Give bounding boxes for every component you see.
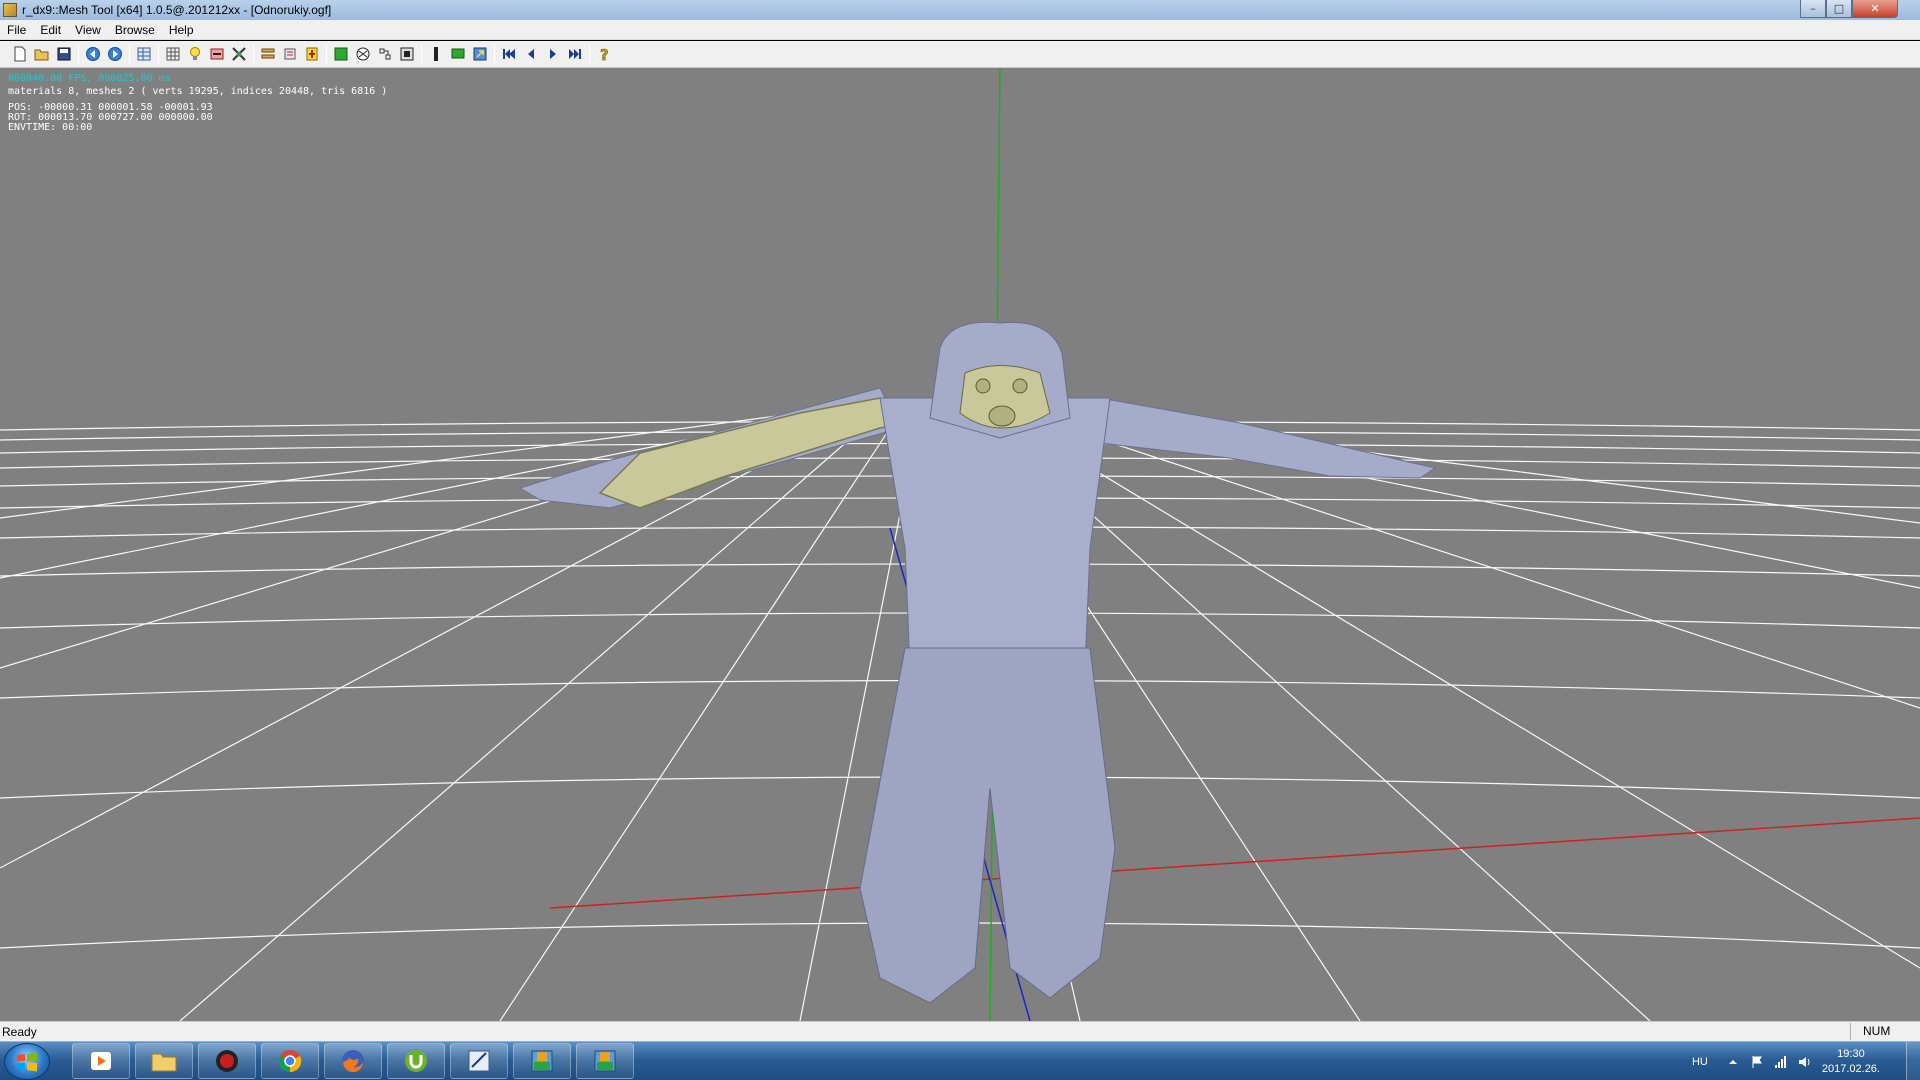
menu-help[interactable]: Help <box>162 23 201 37</box>
volume-icon[interactable] <box>1798 1055 1812 1069</box>
bar-icon[interactable] <box>425 43 447 65</box>
toolbar-separator <box>158 45 159 63</box>
fps-readout: 000040.00 FPS, 000025.00 ms <box>8 73 171 84</box>
antivirus-icon <box>216 1050 238 1072</box>
taskbar-utorrent[interactable] <box>387 1043 445 1079</box>
bones-icon[interactable] <box>206 43 228 65</box>
menu-bar: File Edit View Browse Help <box>0 20 1920 40</box>
menu-edit[interactable]: Edit <box>33 23 68 37</box>
back-icon[interactable] <box>82 43 104 65</box>
grid-icon[interactable] <box>162 43 184 65</box>
taskbar-file-explorer[interactable] <box>135 1043 193 1079</box>
clock[interactable]: 19:30 2017.02.26. <box>1822 1047 1880 1077</box>
scene-canvas[interactable] <box>0 68 1920 1021</box>
menu-file[interactable]: File <box>0 23 33 37</box>
action-center-flag-icon[interactable] <box>1750 1055 1764 1069</box>
status-bar: Ready NUM <box>0 1021 1920 1041</box>
windows-logo-icon <box>17 1052 37 1071</box>
clock-time: 19:30 <box>1837 1047 1865 1060</box>
open-icon[interactable] <box>31 43 53 65</box>
taskbar: HU 19:30 2017.02.26. <box>0 1041 1920 1080</box>
mfc-app-icon-2 <box>594 1050 616 1072</box>
play-icon[interactable] <box>542 43 564 65</box>
taskbar-media-player[interactable] <box>72 1043 130 1079</box>
svg-text:?: ? <box>600 46 609 62</box>
firefox-icon <box>342 1050 364 1072</box>
mesh-stats: materials 8, meshes 2 ( verts 19295, ind… <box>8 86 388 97</box>
app-icon[interactable] <box>3 3 17 17</box>
editor-icon <box>468 1050 490 1072</box>
window-title: r_dx9::Mesh Tool [x64] 1.0.5@.201212xx -… <box>22 3 332 17</box>
next-lod-icon[interactable] <box>279 43 301 65</box>
menu-view[interactable]: View <box>68 23 108 37</box>
status-text: Ready <box>2 1024 37 1039</box>
prev-frame-icon[interactable] <box>520 43 542 65</box>
3d-viewport[interactable]: 000040.00 FPS, 000025.00 ms materials 8,… <box>0 68 1920 1021</box>
chrome-icon <box>278 1050 302 1073</box>
media-player-icon <box>91 1052 111 1070</box>
anim-icon[interactable] <box>301 43 323 65</box>
light-icon[interactable] <box>184 43 206 65</box>
taskbar-antivirus[interactable] <box>198 1043 256 1079</box>
close-button[interactable]: ✕ <box>1852 0 1898 18</box>
menu-browse[interactable]: Browse <box>108 23 162 37</box>
envtime-readout: ENVTIME: 00:00 <box>8 122 93 133</box>
minimize-button[interactable]: – <box>1800 0 1826 18</box>
show-desktop-button[interactable] <box>1906 1042 1920 1080</box>
start-button[interactable] <box>4 1043 50 1080</box>
maximize-button[interactable]: □ <box>1826 0 1852 18</box>
taskbar-editor[interactable] <box>450 1043 508 1079</box>
num-lock-indicator: NUM <box>1850 1023 1920 1040</box>
file-explorer-icon <box>151 1053 177 1072</box>
transform-icon[interactable] <box>228 43 250 65</box>
toolbar-separator <box>494 45 495 63</box>
axis-lines <box>549 68 1920 1021</box>
export-icon[interactable] <box>469 43 491 65</box>
taskbar-mfc-app-2[interactable] <box>576 1043 634 1079</box>
toolbar-separator <box>129 45 130 63</box>
network-icon[interactable] <box>1774 1055 1788 1069</box>
title-bar[interactable]: r_dx9::Mesh Tool [x64] 1.0.5@.201212xx -… <box>0 0 1920 20</box>
taskbar-mfc-app[interactable] <box>513 1043 571 1079</box>
show-hidden-icons-icon[interactable] <box>1726 1055 1740 1069</box>
new-icon[interactable] <box>9 43 31 65</box>
table-icon[interactable] <box>133 43 155 65</box>
frame-icon[interactable] <box>396 43 418 65</box>
toolbar: ? <box>0 41 1920 68</box>
mfc-app-icon <box>531 1050 553 1072</box>
utorrent-icon <box>405 1050 427 1072</box>
help-icon[interactable]: ? <box>593 43 615 65</box>
toolbar-separator <box>589 45 590 63</box>
taskbar-firefox[interactable] <box>324 1043 382 1079</box>
wire-icon[interactable] <box>374 43 396 65</box>
viewport-overlay: 000040.00 FPS, 000025.00 ms materials 8,… <box>8 74 387 133</box>
toolbar-separator <box>421 45 422 63</box>
toolbar-separator <box>326 45 327 63</box>
system-tray: HU 19:30 2017.02.26. <box>1692 1042 1920 1080</box>
render-icon[interactable] <box>330 43 352 65</box>
toolbar-separator <box>253 45 254 63</box>
texture-icon[interactable] <box>352 43 374 65</box>
green-screen-icon[interactable] <box>447 43 469 65</box>
window-controls: – □ ✕ <box>1800 0 1898 18</box>
first-frame-icon[interactable] <box>498 43 520 65</box>
last-frame-icon[interactable] <box>564 43 586 65</box>
prev-lod-icon[interactable] <box>257 43 279 65</box>
clock-date: 2017.02.26. <box>1821 1062 1880 1075</box>
toolbar-separator <box>78 45 79 63</box>
save-icon[interactable] <box>53 43 75 65</box>
forward-icon[interactable] <box>104 43 126 65</box>
language-indicator[interactable]: HU <box>1692 1056 1708 1068</box>
taskbar-chrome[interactable] <box>261 1043 319 1079</box>
